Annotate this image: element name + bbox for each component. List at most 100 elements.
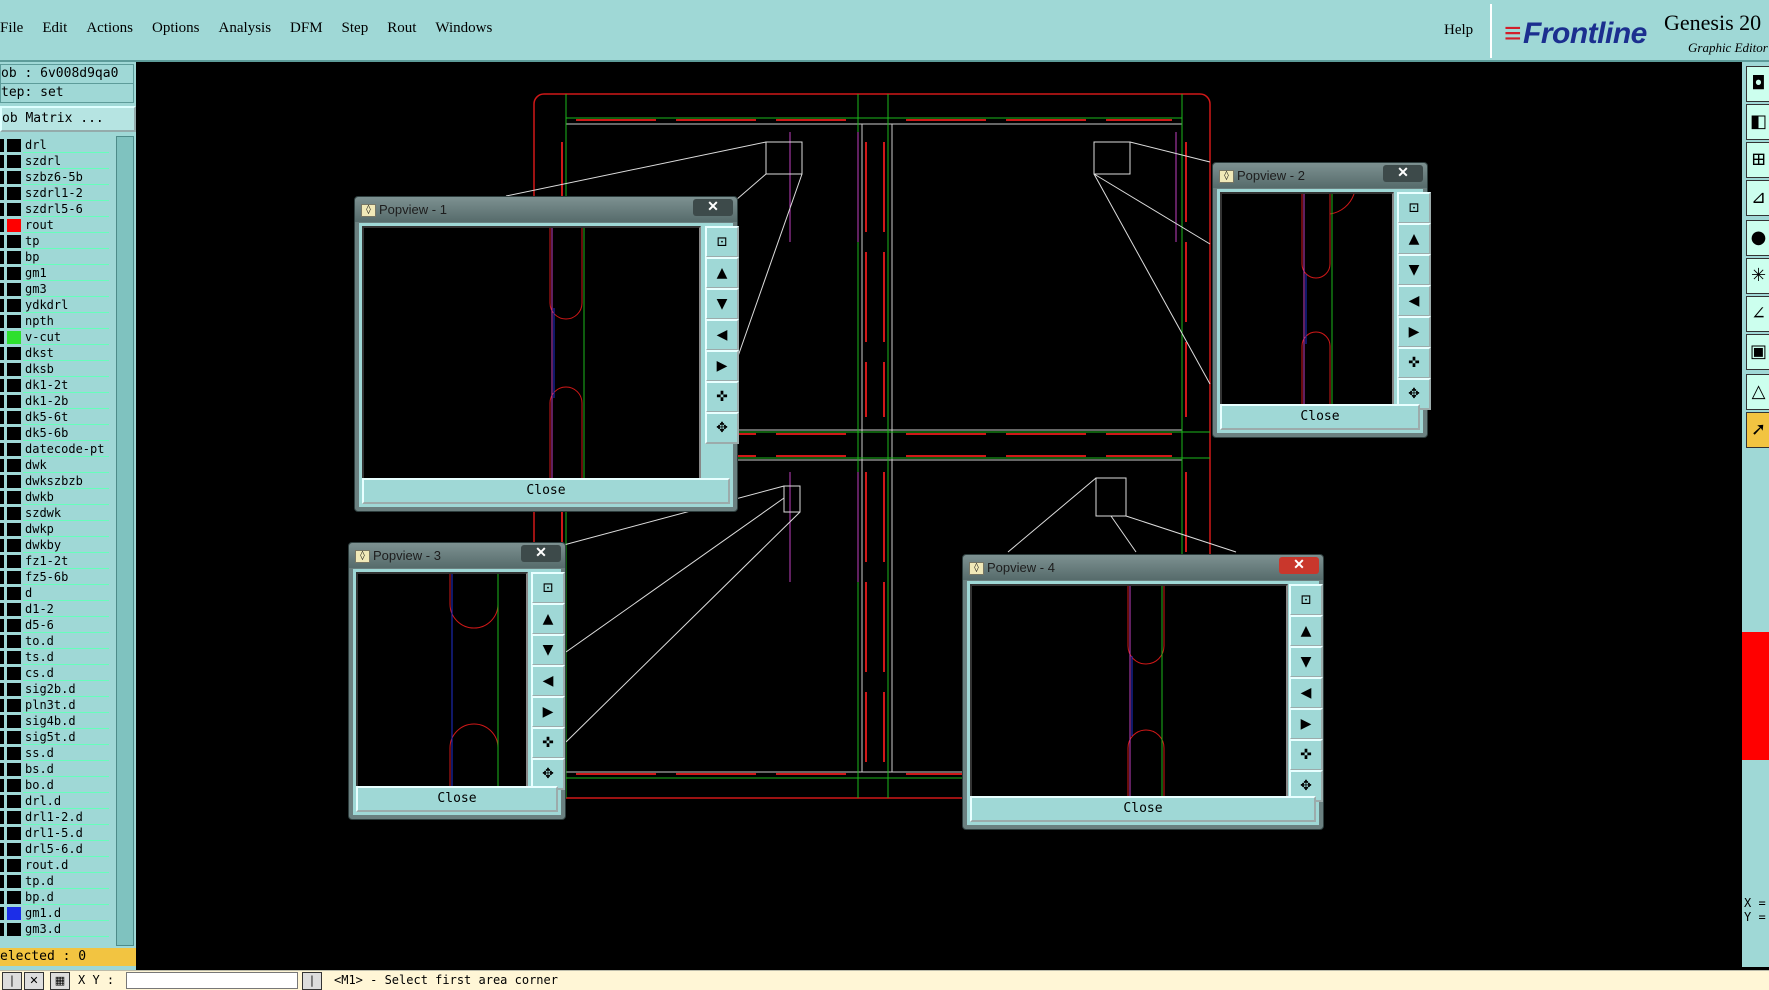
menu-options[interactable]: Options [152,20,200,37]
layer-row[interactable]: fz1-2t [0,554,110,569]
fit-icon[interactable]: ✜ [1397,347,1431,379]
layer-row[interactable]: bp.d [0,890,110,905]
layer-row[interactable]: ss.d [0,746,110,761]
layer-row[interactable]: gm1 [0,266,110,281]
layer-row[interactable]: gm3 [0,282,110,297]
layer-row[interactable]: sig5t.d [0,730,110,745]
popview-4-titlebar[interactable]: ◊ Popview - 4 ✕ [963,555,1323,580]
layer-checkbox[interactable] [0,411,4,424]
pan-left-icon[interactable]: ◀ [531,665,565,697]
menu-file[interactable]: File [0,20,23,37]
layer-checkbox[interactable] [0,235,4,248]
menu-rout[interactable]: Rout [387,20,416,37]
triangle-icon[interactable]: △ [1746,374,1769,410]
pan-down-icon[interactable]: ▼ [531,634,565,666]
zoom-home-icon[interactable]: ◘ [1746,66,1769,102]
pan-right-icon[interactable]: ▶ [1289,708,1323,740]
layer-checkbox[interactable] [0,475,4,488]
layer-row[interactable]: drl1-5.d [0,826,110,841]
surface-icon[interactable]: ▣ [1746,334,1769,370]
layer-row[interactable]: ts.d [0,650,110,665]
layer-row[interactable]: szdrl [0,154,110,169]
layer-row[interactable]: dksb [0,362,110,377]
popview-1-titlebar[interactable]: ◊ Popview - 1 ✕ [355,197,737,222]
layer-row[interactable]: cs.d [0,666,110,681]
layer-row[interactable]: sig2b.d [0,682,110,697]
layer-row[interactable]: pln3t.d [0,698,110,713]
zoom-in-icon[interactable]: ⊡ [1289,584,1323,616]
layer-checkbox[interactable] [0,811,4,824]
layer-checkbox[interactable] [0,491,4,504]
layer-row[interactable]: dk1-2t [0,378,110,393]
pan-left-icon[interactable]: ◀ [1397,285,1431,317]
layer-checkbox[interactable] [0,331,4,344]
layer-row[interactable]: dwk [0,458,110,473]
menu-step[interactable]: Step [342,20,369,37]
layer-checkbox[interactable] [0,187,4,200]
measure-icon[interactable]: ⊿ [1746,180,1769,216]
layer-checkbox[interactable] [0,827,4,840]
layer-row[interactable]: gm1.d [0,906,110,921]
center-icon[interactable]: ✥ [705,412,739,444]
layer-checkbox[interactable] [0,139,4,152]
layer-checkbox[interactable] [0,363,4,376]
layer-row[interactable]: dwkb [0,490,110,505]
layer-list-scrollbar[interactable] [116,136,134,946]
layer-row[interactable]: bp [0,250,110,265]
layer-checkbox[interactable] [0,571,4,584]
layer-row[interactable]: to.d [0,634,110,649]
pan-up-icon[interactable]: ▲ [1289,615,1323,647]
layer-row[interactable]: d [0,586,110,601]
layer-row[interactable]: szdrl1-2 [0,186,110,201]
layer-checkbox[interactable] [0,731,4,744]
fit-icon[interactable]: ✜ [531,727,565,759]
layer-checkbox[interactable] [0,747,4,760]
layer-checkbox[interactable] [0,763,4,776]
layer-row[interactable]: d1-2 [0,602,110,617]
layer-checkbox[interactable] [0,171,4,184]
layer-row[interactable]: dk5-6t [0,410,110,425]
popview-4-view[interactable] [970,584,1288,800]
layer-row[interactable]: rout.d [0,858,110,873]
toggle-icon[interactable]: | [302,972,322,990]
layer-row[interactable]: rout [0,218,110,233]
pan-right-icon[interactable]: ▶ [1397,316,1431,348]
pan-left-icon[interactable]: ◀ [705,319,739,351]
layer-row[interactable]: npth [0,314,110,329]
layer-checkbox[interactable] [0,875,4,888]
layer-checkbox[interactable] [0,843,4,856]
grid-icon[interactable]: ▦ [50,972,70,990]
layer-row[interactable]: drl.d [0,794,110,809]
job-matrix-button[interactable]: ob Matrix ... [0,106,136,132]
layer-checkbox[interactable] [0,779,4,792]
layer-checkbox[interactable] [0,507,4,520]
layer-checkbox[interactable] [0,523,4,536]
snap-icon[interactable]: | [2,972,22,990]
layer-row[interactable]: bo.d [0,778,110,793]
menu-dfm[interactable]: DFM [290,20,323,37]
layer-row[interactable]: v-cut [0,330,110,345]
layer-checkbox[interactable] [0,619,4,632]
layer-row[interactable]: bs.d [0,762,110,777]
popview-2-titlebar[interactable]: ◊ Popview - 2 ✕ [1213,163,1427,188]
layer-checkbox[interactable] [0,859,4,872]
layer-checkbox[interactable] [0,395,4,408]
pan-down-icon[interactable]: ▼ [1397,254,1431,286]
layer-checkbox[interactable] [0,539,4,552]
layer-checkbox[interactable] [0,251,4,264]
layer-checkbox[interactable] [0,555,4,568]
layer-checkbox[interactable] [0,587,4,600]
menu-help[interactable]: Help [1444,22,1473,39]
layer-checkbox[interactable] [0,283,4,296]
menu-analysis[interactable]: Analysis [219,20,272,37]
fit-icon[interactable]: ✜ [705,381,739,413]
layer-row[interactable]: ydkdrl [0,298,110,313]
layer-row[interactable]: gm3.d [0,922,110,937]
cancel-icon[interactable]: ✕ [24,972,44,990]
layer-checkbox[interactable] [0,603,4,616]
layer-checkbox[interactable] [0,907,4,920]
layer-row[interactable]: drl [0,138,110,153]
popview-3-titlebar[interactable]: ◊ Popview - 3 ✕ [349,543,565,568]
fit-icon[interactable]: ✜ [1289,739,1323,771]
layer-checkbox[interactable] [0,443,4,456]
